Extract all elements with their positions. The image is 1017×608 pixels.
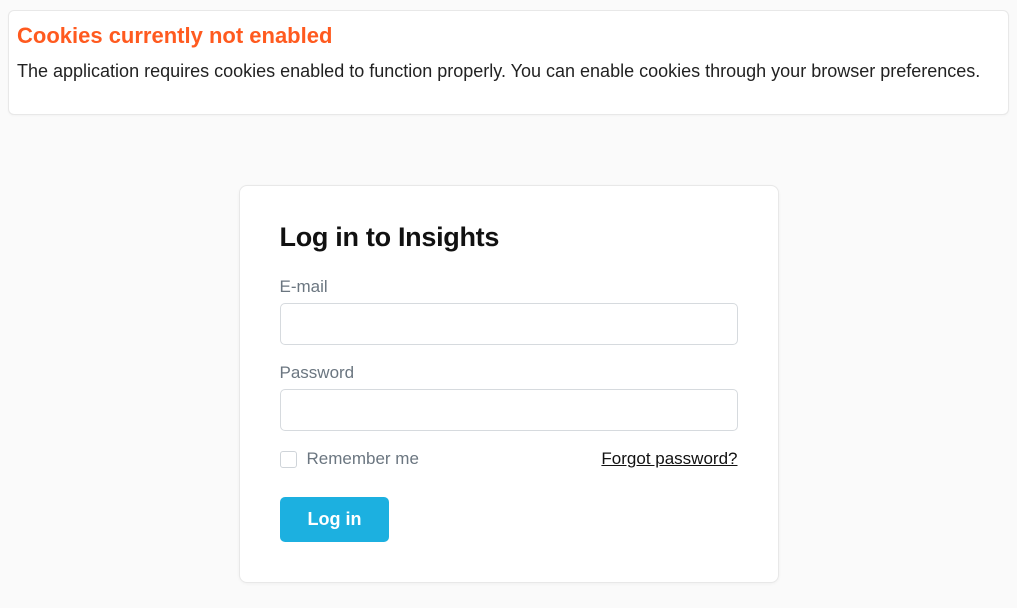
alert-title: Cookies currently not enabled	[17, 23, 1000, 49]
remember-me-wrap: Remember me	[280, 449, 419, 469]
email-field-group: E-mail	[280, 277, 738, 345]
password-input[interactable]	[280, 389, 738, 431]
remember-me-checkbox[interactable]	[280, 451, 297, 468]
alert-message: The application requires cookies enabled…	[17, 59, 1000, 84]
forgot-password-link[interactable]: Forgot password?	[601, 449, 737, 469]
email-input[interactable]	[280, 303, 738, 345]
login-card: Log in to Insights E-mail Password Remem…	[239, 185, 779, 583]
login-title: Log in to Insights	[280, 222, 738, 253]
password-field-group: Password	[280, 363, 738, 431]
login-button[interactable]: Log in	[280, 497, 390, 542]
password-label: Password	[280, 363, 738, 383]
email-label: E-mail	[280, 277, 738, 297]
cookies-alert-banner: Cookies currently not enabled The applic…	[8, 10, 1009, 115]
remember-me-label: Remember me	[307, 449, 419, 469]
options-row: Remember me Forgot password?	[280, 449, 738, 469]
